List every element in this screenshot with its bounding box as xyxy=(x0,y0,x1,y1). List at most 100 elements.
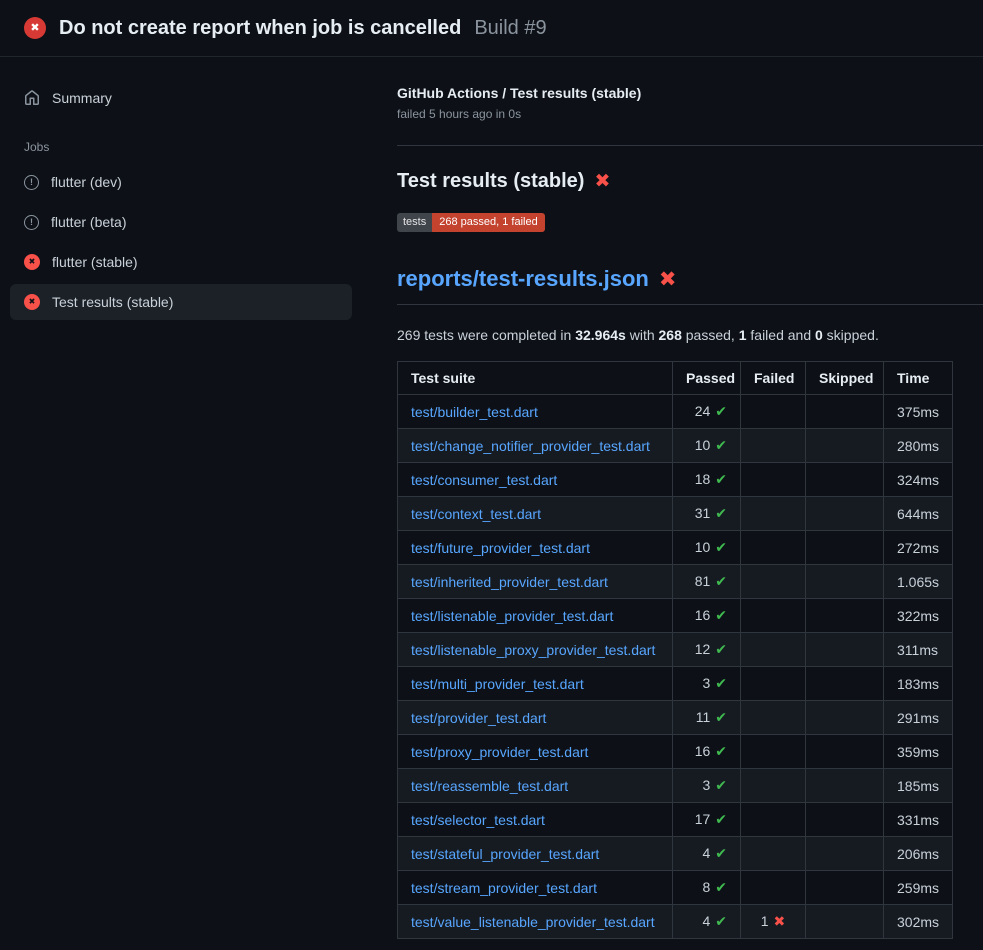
passed-cell: 10✔ xyxy=(673,531,741,565)
cross-icon: ✖ xyxy=(774,913,786,929)
table-row: test/reassemble_test.dart 3✔ 185ms xyxy=(398,769,953,803)
suite-cell: test/value_listenable_provider_test.dart xyxy=(398,905,673,939)
failed-cell xyxy=(741,395,806,429)
suite-cell: test/stream_provider_test.dart xyxy=(398,871,673,905)
check-icon: ✔ xyxy=(715,743,727,759)
table-header-row: Test suitePassedFailedSkippedTime xyxy=(398,362,953,395)
table-row: test/change_notifier_provider_test.dart1… xyxy=(398,429,953,463)
suite-link[interactable]: test/stream_provider_test.dart xyxy=(411,880,597,896)
suite-link[interactable]: test/provider_test.dart xyxy=(411,710,546,726)
main-content: GitHub Actions / Test results (stable) f… xyxy=(362,57,983,939)
passed-cell: 3✔ xyxy=(673,769,741,803)
failed-cell xyxy=(741,871,806,905)
passed-cell: 16✔ xyxy=(673,735,741,769)
table-row: test/multi_provider_test.dart3✔183ms xyxy=(398,667,953,701)
suite-link[interactable]: test/consumer_test.dart xyxy=(411,472,557,488)
check-icon: ✔ xyxy=(715,811,727,827)
check-icon: ✔ xyxy=(715,777,727,793)
suite-cell: test/proxy_provider_test.dart xyxy=(398,735,673,769)
alert-circle-icon: ! xyxy=(24,215,39,230)
suite-link[interactable]: test/builder_test.dart xyxy=(411,404,538,420)
time-cell: 311ms xyxy=(884,633,953,667)
failed-cell xyxy=(741,735,806,769)
check-icon: ✔ xyxy=(715,505,727,521)
build-header: ✖ Do not create report when job is cance… xyxy=(0,0,983,57)
sidebar-item-flutter-beta[interactable]: !flutter (beta) xyxy=(10,204,352,240)
time-cell: 206ms xyxy=(884,837,953,871)
column-header-passed: Passed xyxy=(673,362,741,395)
failed-cell: 1✖ xyxy=(741,905,806,939)
sidebar-item-label: flutter (stable) xyxy=(52,254,138,270)
sidebar-item-flutter-dev[interactable]: !flutter (dev) xyxy=(10,164,352,200)
table-row: test/listenable_provider_test.dart16✔322… xyxy=(398,599,953,633)
suite-cell: test/change_notifier_provider_test.dart xyxy=(398,429,673,463)
suite-cell: test/selector_test.dart xyxy=(398,803,673,837)
passed-cell: 4✔ xyxy=(673,905,741,939)
check-icon: ✔ xyxy=(715,573,727,589)
suite-link[interactable]: test/future_provider_test.dart xyxy=(411,540,590,556)
passed-cell: 81✔ xyxy=(673,565,741,599)
passed-count: 8 xyxy=(702,879,710,895)
passed-count: 24 xyxy=(695,403,711,419)
report-link[interactable]: reports/test-results.json xyxy=(397,266,649,292)
time-cell: 644ms xyxy=(884,497,953,531)
build-title: Do not create report when job is cancell… xyxy=(59,17,461,40)
passed-total: 268 xyxy=(659,327,682,343)
passed-cell: 3✔ xyxy=(673,667,741,701)
time-cell: 291ms xyxy=(884,701,953,735)
skipped-cell xyxy=(806,871,884,905)
passed-count: 18 xyxy=(695,471,711,487)
check-icon: ✔ xyxy=(715,641,727,657)
failed-cell xyxy=(741,429,806,463)
table-row: test/value_listenable_provider_test.dart… xyxy=(398,905,953,939)
suite-link[interactable]: test/change_notifier_provider_test.dart xyxy=(411,438,650,454)
alert-circle-icon: ! xyxy=(24,175,39,190)
passed-count: 11 xyxy=(696,709,711,725)
failed-total: 1 xyxy=(739,327,747,343)
passed-count: 3 xyxy=(702,675,710,691)
suite-link[interactable]: test/multi_provider_test.dart xyxy=(411,676,584,692)
table-row: test/listenable_proxy_provider_test.dart… xyxy=(398,633,953,667)
time-cell: 185ms xyxy=(884,769,953,803)
skipped-total: 0 xyxy=(815,327,823,343)
time-cell: 302ms xyxy=(884,905,953,939)
table-row: test/stream_provider_test.dart8✔259ms xyxy=(398,871,953,905)
suite-link[interactable]: test/listenable_provider_test.dart xyxy=(411,608,613,624)
suite-link[interactable]: test/proxy_provider_test.dart xyxy=(411,744,588,760)
column-header-test-suite: Test suite xyxy=(398,362,673,395)
table-row: test/selector_test.dart17✔331ms xyxy=(398,803,953,837)
time-cell: 1.065s xyxy=(884,565,953,599)
suite-link[interactable]: test/reassemble_test.dart xyxy=(411,778,568,794)
suite-cell: test/context_test.dart xyxy=(398,497,673,531)
build-number: Build #9 xyxy=(474,17,546,40)
suite-link[interactable]: test/value_listenable_provider_test.dart xyxy=(411,914,655,930)
passed-cell: 4✔ xyxy=(673,837,741,871)
check-icon: ✔ xyxy=(715,607,727,623)
column-header-skipped: Skipped xyxy=(806,362,884,395)
time-cell: 322ms xyxy=(884,599,953,633)
check-icon: ✔ xyxy=(715,437,727,453)
passed-count: 17 xyxy=(695,811,711,827)
suite-link[interactable]: test/selector_test.dart xyxy=(411,812,545,828)
failed-cell xyxy=(741,701,806,735)
suite-link[interactable]: test/listenable_proxy_provider_test.dart xyxy=(411,642,655,658)
suite-cell: test/consumer_test.dart xyxy=(398,463,673,497)
suite-link[interactable]: test/stateful_provider_test.dart xyxy=(411,846,599,862)
sidebar-item-summary[interactable]: Summary xyxy=(10,80,352,116)
skipped-cell xyxy=(806,837,884,871)
sidebar-item-test-results-stable[interactable]: ✖Test results (stable) xyxy=(10,284,352,320)
check-icon: ✔ xyxy=(715,845,727,861)
passed-cell: 17✔ xyxy=(673,803,741,837)
suite-cell: test/listenable_proxy_provider_test.dart xyxy=(398,633,673,667)
failed-x-icon: ✖ xyxy=(594,172,610,191)
table-row: test/consumer_test.dart18✔324ms xyxy=(398,463,953,497)
suite-link[interactable]: test/context_test.dart xyxy=(411,506,541,522)
total-time: 32.964s xyxy=(575,327,626,343)
table-row: test/builder_test.dart24✔375ms xyxy=(398,395,953,429)
section-title-text: Test results (stable) xyxy=(397,170,584,193)
suite-link[interactable]: test/inherited_provider_test.dart xyxy=(411,574,608,590)
table-row: test/inherited_provider_test.dart 81✔ 1.06… xyxy=(398,565,953,599)
table-row: test/stateful_provider_test.dart 4✔ 206ms xyxy=(398,837,953,871)
time-cell: 375ms xyxy=(884,395,953,429)
sidebar-item-flutter-stable[interactable]: ✖flutter (stable) xyxy=(10,244,352,280)
